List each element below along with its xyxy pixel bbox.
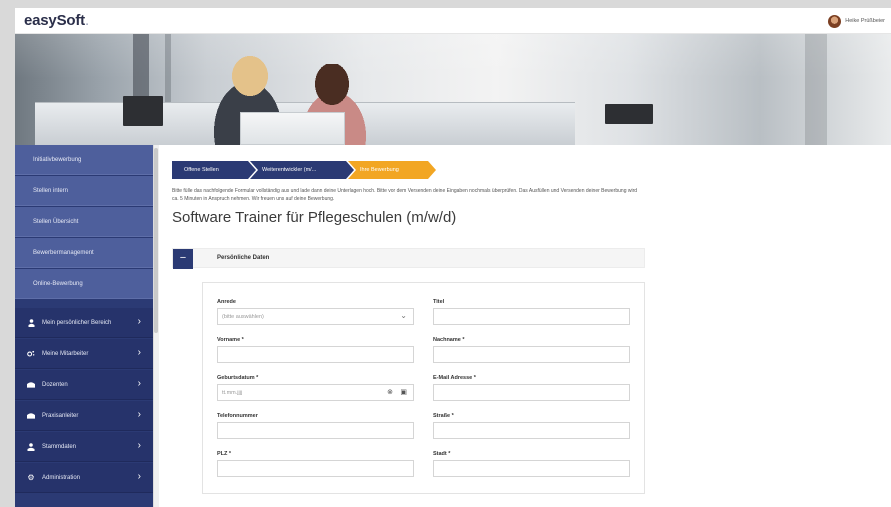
titel-label: Titel: [433, 299, 445, 305]
field-strasse: Straße *: [433, 413, 630, 439]
person-icon: [27, 318, 35, 327]
team-icon: [27, 350, 35, 358]
sidebar-item-label: Praxisanleiter: [42, 412, 79, 419]
intro-text: Bitte fülle das nachfolgende Formular vo…: [172, 188, 638, 202]
nachname-label: Nachname *: [433, 337, 465, 343]
telefon-label: Telefonnummer: [217, 413, 258, 419]
clear-icon[interactable]: ⊗: [387, 389, 393, 397]
sidebar-item-label: Stellen intern: [33, 187, 69, 194]
field-email: E-Mail Adresse *: [433, 375, 630, 401]
top-bar: easySoft. Heike Prüßbeier: [15, 8, 891, 34]
titel-input[interactable]: [433, 308, 630, 325]
chevron-right-icon: ›: [137, 440, 141, 451]
avatar[interactable]: [828, 14, 842, 28]
geburtsdatum-placeholder: tt.mm.jjjj: [222, 390, 243, 396]
sidebar-item-stellen-intern[interactable]: Stellen intern: [15, 176, 153, 206]
sidebar-item-label: Mein persönlicher Bereich: [42, 319, 112, 326]
collapse-button[interactable]: −: [173, 249, 193, 269]
vorname-label: Vorname *: [217, 337, 244, 343]
sidebar-item-stammdaten[interactable]: Stammdaten ›: [15, 432, 153, 462]
sidebar-item-label: Online-Bewerbung: [33, 280, 83, 287]
sidebar-item-label: Initiativbewerbung: [33, 156, 82, 163]
stadt-label: Stadt *: [433, 451, 451, 457]
section-title: Persönliche Daten: [217, 255, 270, 261]
sidebar-item-label: Stellen Übersicht: [33, 218, 79, 225]
nachname-input[interactable]: [433, 346, 630, 363]
sidebar-item-label: Stammdaten: [42, 443, 77, 450]
sidebar-item-label: Administration: [42, 474, 81, 481]
chevron-right-icon: ›: [137, 316, 141, 327]
vorname-input[interactable]: [217, 346, 414, 363]
field-stadt: Stadt *: [433, 451, 630, 477]
sidebar-item-label: Meine Mitarbeiter: [42, 350, 89, 357]
lecturer-icon: [27, 381, 35, 389]
plz-input[interactable]: [217, 460, 414, 477]
master-data-icon: [27, 442, 35, 451]
breadcrumb-offene-stellen[interactable]: Offene Stellen: [172, 161, 256, 179]
field-vorname: Vorname *: [217, 337, 414, 363]
field-telefon: Telefonnummer: [217, 413, 414, 439]
sidebar-item-label: Bewerbermanagement: [33, 249, 94, 256]
header-banner-image: [15, 34, 891, 145]
plz-label: PLZ *: [217, 451, 232, 457]
sidebar-item-dozenten[interactable]: Dozenten ›: [15, 370, 153, 400]
geburtsdatum-input[interactable]: tt.mm.jjjj ⊗ ▣: [217, 384, 414, 401]
main-content: Offene Stellen Weiterentwickler (m/... I…: [159, 145, 891, 507]
sidebar-item-online-bewerbung[interactable]: Online-Bewerbung: [15, 269, 153, 299]
email-input[interactable]: [433, 384, 630, 401]
gear-icon: ⚙: [27, 472, 35, 482]
chevron-down-icon: ⌄: [400, 311, 407, 320]
sidebar-item-praxisanleiter[interactable]: Praxisanleiter ›: [15, 401, 153, 431]
sidebar-item-administration[interactable]: ⚙ Administration ›: [15, 463, 153, 493]
mentor-icon: [27, 412, 35, 420]
app-window: easySoft. Heike Prüßbeier Initiativbewer…: [15, 8, 891, 507]
field-anrede: Anrede (bitte auswählen) ⌄: [217, 299, 414, 325]
anrede-label: Anrede: [217, 299, 236, 305]
field-geburtsdatum: Geburtsdatum * tt.mm.jjjj ⊗ ▣: [217, 375, 414, 401]
calendar-icon[interactable]: ▣: [400, 389, 407, 397]
telefon-input[interactable]: [217, 422, 414, 439]
field-titel: Titel: [433, 299, 630, 325]
strasse-input[interactable]: [433, 422, 630, 439]
field-plz: PLZ *: [217, 451, 414, 477]
sidebar-item-bewerbermanagement[interactable]: Bewerbermanagement: [15, 238, 153, 268]
user-name: Heike Prüßbeier: [845, 18, 885, 24]
chevron-right-icon: ›: [137, 471, 141, 482]
personal-data-form: Anrede (bitte auswählen) ⌄ Titel Vorname…: [202, 282, 645, 494]
breadcrumb: Offene Stellen Weiterentwickler (m/... I…: [172, 161, 436, 179]
logo[interactable]: easySoft.: [24, 12, 89, 29]
page-title: Software Trainer für Pflegeschulen (m/w/…: [172, 209, 457, 226]
breadcrumb-ihre-bewerbung: Ihre Bewerbung: [348, 161, 436, 179]
stadt-input[interactable]: [433, 460, 630, 477]
chevron-right-icon: ›: [137, 409, 141, 420]
sidebar-scrollbar-thumb[interactable]: [154, 148, 158, 333]
chevron-right-icon: ›: [137, 378, 141, 389]
sidebar-item-persoenlicher-bereich[interactable]: Mein persönlicher Bereich ›: [15, 308, 153, 338]
sidebar-item-label: Dozenten: [42, 381, 68, 388]
sidebar-item-initiativbewerbung[interactable]: Initiativbewerbung: [15, 145, 153, 175]
sidebar-item-meine-mitarbeiter[interactable]: Meine Mitarbeiter ›: [15, 339, 153, 369]
email-label: E-Mail Adresse *: [433, 375, 476, 381]
strasse-label: Straße *: [433, 413, 454, 419]
chevron-right-icon: ›: [137, 347, 141, 358]
geburtsdatum-label: Geburtsdatum *: [217, 375, 259, 381]
breadcrumb-stelle[interactable]: Weiterentwickler (m/...: [250, 161, 354, 179]
user-menu[interactable]: Heike Prüßbeier: [828, 14, 885, 28]
section-header-persoenliche-daten: − Persönliche Daten: [172, 248, 645, 269]
field-nachname: Nachname *: [433, 337, 630, 363]
sidebar-item-stellen-uebersicht[interactable]: Stellen Übersicht: [15, 207, 153, 237]
anrede-select[interactable]: (bitte auswählen) ⌄: [217, 308, 414, 325]
anrede-selected-value: (bitte auswählen): [222, 314, 264, 320]
sidebar: Initiativbewerbung Stellen intern Stelle…: [15, 145, 153, 507]
